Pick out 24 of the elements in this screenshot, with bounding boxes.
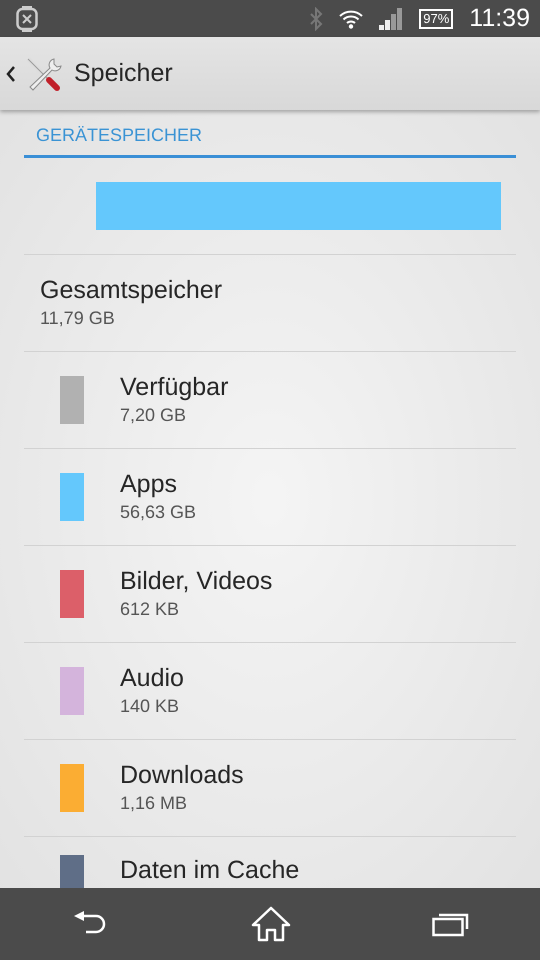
category-size: 1,16 MB [120,792,188,814]
home-icon[interactable] [250,906,291,942]
category-size: 56,63 GB [120,500,196,524]
category-label: Apps [120,468,178,498]
category-label: Audio [120,662,184,692]
screen-title: Speicher [74,58,173,89]
category-label: Daten im Cache [120,855,300,885]
category-label: Bilder, Videos [120,566,272,596]
category-size: 612 KB [120,598,180,620]
section-header: GERÄTESPEICHER [24,110,516,158]
total-storage-value: 11,79 GB [40,306,116,330]
bluetooth-icon [309,6,324,30]
clock: 11:39 [469,2,530,34]
category-size: 7,20 GB [120,404,188,426]
total-storage-label: Gesamtspeicher [40,274,224,304]
watch-icon [16,6,38,32]
wifi-icon [339,8,364,28]
category-label: Verfügbar [120,372,228,402]
back-icon[interactable] [6,64,16,82]
battery-indicator: 97% [419,8,454,28]
signal-icon [379,8,404,30]
category-label: Downloads [120,760,244,790]
recent-apps-icon[interactable] [432,911,470,937]
category-size: 140 KB [120,694,180,718]
